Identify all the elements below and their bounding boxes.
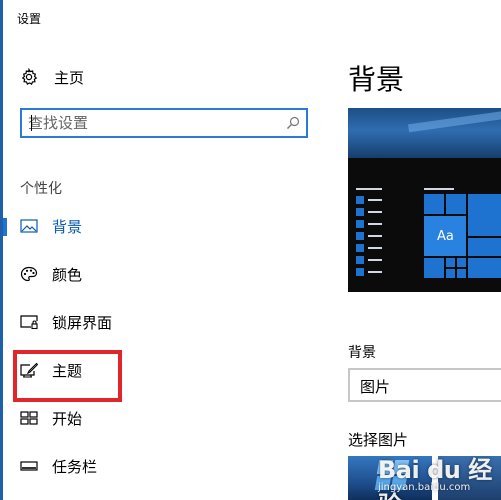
preview-list-tile	[356, 244, 364, 252]
sidebar-item-taskbar[interactable]: 任务栏	[3, 446, 330, 486]
preview-tiles-header	[424, 188, 454, 190]
preview-tile	[424, 258, 444, 278]
desktop-preview: Aa	[348, 108, 501, 292]
preview-tile-aa: Aa	[424, 216, 466, 256]
preview-list-tile	[356, 220, 364, 228]
sidebar-item-label: 颜色	[52, 266, 83, 284]
sidebar-item-label: 开始	[52, 410, 83, 428]
sidebar: 主页 个性化 背景	[3, 36, 330, 500]
preview-tile	[446, 269, 455, 278]
image-icon	[20, 219, 38, 233]
annotation-highlight-box	[13, 350, 122, 402]
preview-wallpaper	[348, 108, 501, 158]
preview-tile-text: Aa	[437, 229, 454, 244]
preview-tile	[468, 258, 501, 278]
preview-tile	[468, 194, 501, 236]
palette-icon	[20, 266, 38, 282]
preview-list-line	[356, 188, 382, 190]
home-label: 主页	[54, 68, 85, 87]
background-type-label: 背景	[348, 345, 376, 361]
sidebar-item-colors[interactable]: 颜色	[3, 254, 330, 294]
search-icon[interactable]	[286, 116, 300, 130]
search-input[interactable]	[28, 113, 278, 133]
preview-list-tile	[356, 256, 364, 264]
preview-tile	[424, 194, 444, 214]
start-grid-icon	[20, 411, 38, 425]
sidebar-item-background[interactable]: 背景	[3, 206, 330, 246]
sidebar-item-start[interactable]: 开始	[3, 398, 330, 438]
home-nav-item[interactable]: 主页	[20, 66, 84, 88]
background-type-select[interactable]: 图片	[348, 368, 501, 402]
main-content: 背景 Aa 背景 图片 选择图片	[330, 36, 501, 500]
preview-tile	[457, 269, 466, 278]
settings-window: 设置 主页 个性化	[0, 0, 501, 500]
sidebar-item-label: 背景	[52, 218, 83, 236]
preview-list-line	[368, 223, 382, 225]
sidebar-item-label: 锁屏界面	[52, 314, 113, 332]
watermark-url: jingyan.baidu.com	[378, 482, 471, 493]
preview-list-line	[368, 199, 382, 201]
preview-list-line	[368, 247, 382, 249]
search-box[interactable]	[20, 108, 308, 138]
preview-list-line	[368, 235, 382, 237]
preview-list-tile	[356, 196, 364, 204]
gear-icon	[21, 68, 38, 85]
preview-list-tile	[356, 232, 364, 240]
title-bar[interactable]: 设置	[3, 0, 501, 36]
window-title: 设置	[17, 12, 42, 26]
preview-tile	[446, 194, 466, 214]
lock-screen-icon	[20, 315, 38, 330]
sidebar-item-lock-screen[interactable]: 锁屏界面	[3, 302, 330, 342]
preview-list-tile	[356, 268, 364, 276]
baidu-watermark: Bai du 经验 jingyan.baidu.com	[378, 450, 498, 500]
preview-list-line	[368, 271, 382, 273]
taskbar-icon	[20, 461, 38, 471]
choose-picture-label: 选择图片	[348, 431, 409, 449]
select-value: 图片	[360, 378, 391, 396]
preview-list-line	[368, 211, 382, 213]
section-title-personalization: 个性化	[20, 181, 62, 197]
sidebar-item-label: 任务栏	[52, 458, 98, 476]
preview-tile	[446, 258, 455, 267]
preview-list-tile	[356, 208, 364, 216]
preview-list-line	[368, 259, 382, 261]
text-caret	[31, 115, 32, 131]
active-indicator	[3, 218, 7, 236]
preview-tile	[457, 258, 466, 267]
page-title: 背景	[348, 63, 405, 96]
preview-tile	[468, 238, 501, 256]
